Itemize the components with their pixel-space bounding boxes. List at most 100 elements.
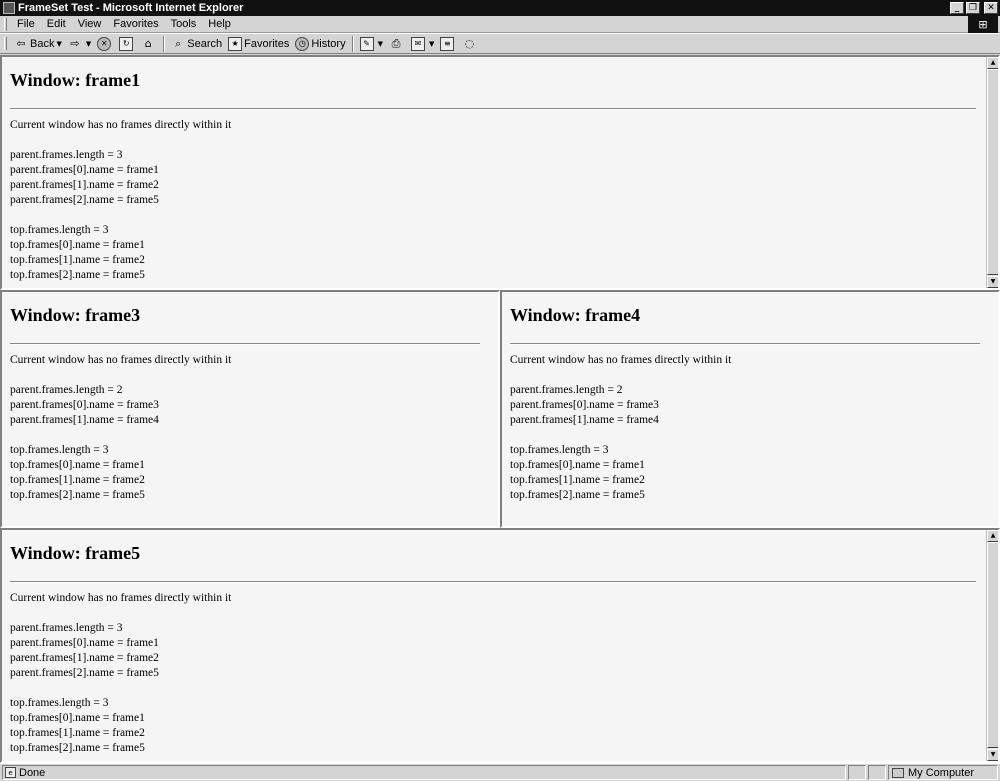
refresh-button[interactable]: ↻: [116, 34, 138, 53]
favorites-label: Favorites: [244, 37, 290, 50]
favorites-button[interactable]: ★ Favorites: [225, 34, 292, 53]
security-zone-panel[interactable]: My Computer: [888, 765, 998, 780]
menu-grip[interactable]: [4, 17, 7, 31]
frame4-divider: [510, 343, 980, 345]
home-button[interactable]: ⌂: [138, 34, 160, 53]
back-button[interactable]: ⇦ Back ▼: [11, 34, 65, 53]
frame1-top-line: top.frames.length = 3: [10, 224, 109, 236]
frame4-parent-line: parent.frames[0].name = frame3: [510, 399, 659, 411]
frame1-pane: Window: frame1 Current window has no fra…: [0, 55, 1000, 290]
menu-bar: File Edit View Favorites Tools Help ⊞: [0, 16, 1000, 33]
edit-dropdown-icon[interactable]: ▼: [378, 40, 383, 48]
frame4-pane: Window: frame4 Current window has no fra…: [500, 290, 1000, 528]
discuss-icon: ◌: [464, 37, 475, 50]
forward-button[interactable]: ⇨ ▼: [65, 34, 94, 53]
discuss-button[interactable]: ◌: [459, 34, 481, 53]
menu-help[interactable]: Help: [202, 17, 237, 32]
frame4-top-line: top.frames[0].name = frame1: [510, 459, 645, 471]
edit-button[interactable]: ✎ ▼: [357, 34, 386, 53]
frame5-parent-line: parent.frames[2].name = frame5: [10, 667, 159, 679]
frame3-parent-line: parent.frames.length = 2: [10, 384, 123, 396]
frame1-parent-line: parent.frames.length = 3: [10, 149, 123, 161]
frame1-scrollbar[interactable]: ▲ ▼: [986, 57, 998, 288]
frame4-top-line: top.frames[2].name = frame5: [510, 489, 645, 501]
ie-icon: [3, 2, 15, 14]
scroll-up-icon[interactable]: ▲: [987, 530, 998, 542]
frame4-top-line: top.frames.length = 3: [510, 444, 609, 456]
frame3-top-line: top.frames[0].name = frame1: [10, 459, 145, 471]
toolbar-grip[interactable]: [4, 37, 7, 50]
maximize-button[interactable]: ❐: [966, 2, 980, 14]
computer-icon: [892, 767, 904, 778]
scroll-up-icon[interactable]: ▲: [987, 57, 998, 69]
status-text: Done: [19, 766, 46, 779]
frame5-heading: Window: frame5: [10, 543, 141, 563]
scroll-thumb[interactable]: [987, 542, 998, 748]
menu-file[interactable]: File: [11, 17, 41, 32]
search-button[interactable]: ⌕ Search: [168, 34, 225, 53]
status-panel-progress: [848, 765, 866, 780]
menu-edit[interactable]: Edit: [41, 17, 72, 32]
windows-logo-icon: ⊞: [968, 16, 998, 33]
window-title: FrameSet Test - Microsoft Internet Explo…: [18, 2, 244, 14]
frame5-parent-line: parent.frames[0].name = frame1: [10, 637, 159, 649]
back-label: Back: [30, 37, 55, 50]
status-panel-security: [868, 765, 886, 780]
frame5-scrollbar[interactable]: ▲ ▼: [986, 530, 998, 761]
search-icon: ⌕: [175, 36, 182, 50]
frame5-divider: [10, 581, 976, 583]
minimize-button[interactable]: _: [950, 2, 964, 14]
frame4-message: Current window has no frames directly wi…: [510, 354, 732, 366]
scroll-thumb[interactable]: [987, 69, 998, 275]
toolbar-separator: [163, 35, 166, 52]
frame1-top-line: top.frames[1].name = frame2: [10, 254, 145, 266]
frame4-parent-line: parent.frames[1].name = frame4: [510, 414, 659, 426]
scroll-down-icon[interactable]: ▼: [987, 749, 998, 761]
frame1-heading: Window: frame1: [10, 70, 141, 90]
stop-button[interactable]: ✕: [94, 34, 116, 53]
refresh-icon: ↻: [119, 36, 134, 51]
frame3-top-line: top.frames[1].name = frame2: [10, 474, 145, 486]
back-arrow-icon: ⇦: [16, 37, 26, 50]
frame1-divider: [10, 108, 976, 110]
scroll-down-icon[interactable]: ▼: [987, 276, 998, 288]
frame1-parent-line: parent.frames[1].name = frame2: [10, 179, 159, 191]
menu-favorites[interactable]: Favorites: [107, 17, 164, 32]
search-label: Search: [187, 37, 223, 50]
frame3-pane: Window: frame3 Current window has no fra…: [0, 290, 500, 528]
back-dropdown-icon[interactable]: ▼: [56, 40, 61, 48]
mail-icon: ✉: [410, 36, 425, 51]
history-icon: ◷: [295, 36, 310, 51]
stop-icon: ✕: [97, 36, 112, 51]
frame1-top-line: top.frames[2].name = frame5: [10, 269, 145, 281]
frame3-divider: [10, 343, 480, 345]
frame4-content: Window: frame4 Current window has no fra…: [510, 292, 980, 503]
frame3-content: Window: frame3 Current window has no fra…: [10, 292, 480, 503]
page-done-icon: e: [5, 767, 16, 778]
frame3-parent-line: parent.frames[0].name = frame3: [10, 399, 159, 411]
print-button[interactable]: ⎙: [386, 34, 408, 53]
status-bar: e Done My Computer: [0, 763, 1000, 781]
menu-view[interactable]: View: [72, 17, 108, 32]
frame3-heading: Window: frame3: [10, 305, 141, 325]
frame5-message: Current window has no frames directly wi…: [10, 592, 232, 604]
frame3-top-line: top.frames[2].name = frame5: [10, 489, 145, 501]
frame1-parent-line: parent.frames[0].name = frame1: [10, 164, 159, 176]
printer-icon: ⎙: [391, 36, 401, 50]
security-zone-label: My Computer: [908, 766, 975, 779]
menu-tools[interactable]: Tools: [165, 17, 203, 32]
title-bar[interactable]: FrameSet Test - Microsoft Internet Explo…: [0, 0, 1000, 16]
forward-dropdown-icon[interactable]: ▼: [86, 40, 91, 48]
frame1-message: Current window has no frames directly wi…: [10, 119, 232, 131]
history-button[interactable]: ◷ History: [292, 34, 348, 53]
frame5-top-line: top.frames[1].name = frame2: [10, 727, 145, 739]
toolbar-separator: [351, 35, 354, 52]
mail-dropdown-icon[interactable]: ▼: [429, 40, 434, 48]
mail-button[interactable]: ✉ ▼: [408, 34, 437, 53]
notes-button[interactable]: ≡: [437, 34, 459, 53]
standard-toolbar: ⇦ Back ▼ ⇨ ▼ ✕ ↻ ⌂ ⌕ Search ★ Favorites …: [0, 33, 1000, 54]
frame3-top-line: top.frames.length = 3: [10, 444, 109, 456]
close-button[interactable]: ✕: [984, 2, 998, 14]
frame1-top-line: top.frames[0].name = frame1: [10, 239, 145, 251]
frame1-parent-line: parent.frames[2].name = frame5: [10, 194, 159, 206]
